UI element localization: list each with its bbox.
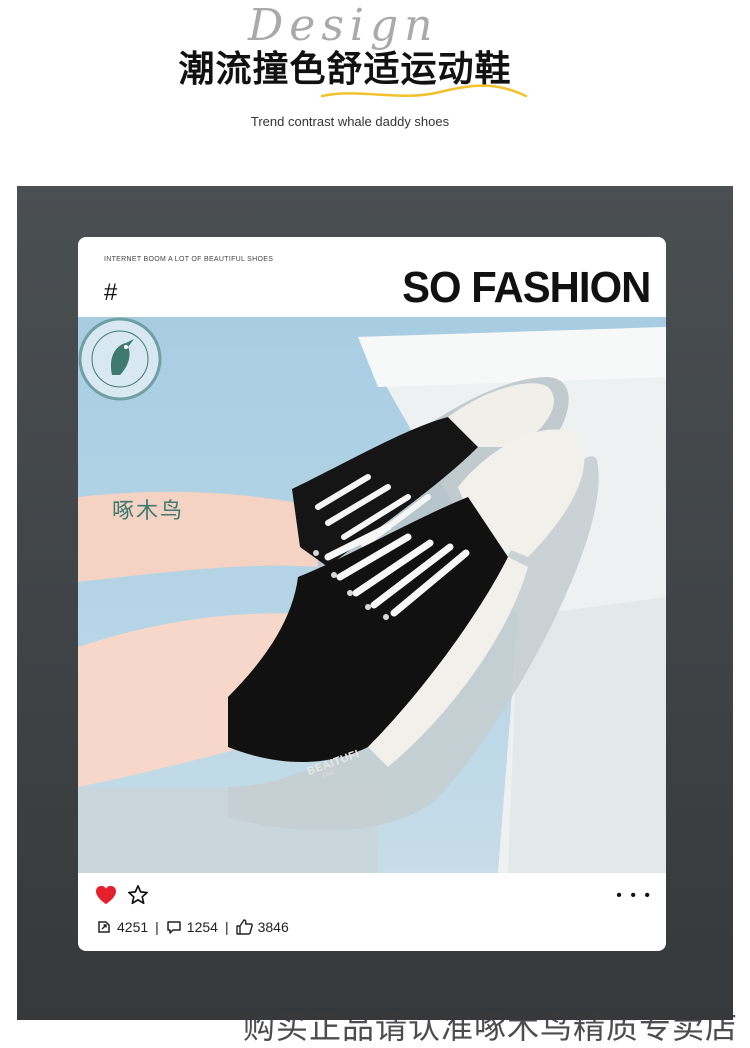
post-headline: SO FASHION bbox=[401, 263, 651, 312]
share-count: 4251 bbox=[117, 919, 149, 935]
stat-divider: | bbox=[155, 919, 159, 935]
hashtag-symbol: # bbox=[104, 279, 118, 306]
post-header: INTERNET BOOM A LOT OF BEAUTIFUL SHOES #… bbox=[78, 237, 666, 317]
thumbs-up-icon bbox=[235, 919, 253, 935]
heart-icon[interactable] bbox=[95, 885, 117, 905]
squiggle-decoration bbox=[320, 84, 528, 98]
post-stats: 4251 | 1254 | 3846 bbox=[96, 919, 289, 935]
more-icon[interactable]: • • • bbox=[616, 887, 652, 905]
share-icon bbox=[98, 921, 110, 933]
stat-divider: | bbox=[224, 919, 229, 935]
post-tagline: INTERNET BOOM A LOT OF BEAUTIFUL SHOES bbox=[104, 256, 274, 263]
post-card: INTERNET BOOM A LOT OF BEAUTIFUL SHOES #… bbox=[78, 237, 666, 951]
star-icon[interactable] bbox=[127, 884, 149, 906]
share-stat[interactable]: 4251 bbox=[96, 919, 148, 935]
authenticity-notice: 购买正品请认准啄木鸟精质专卖店 bbox=[242, 1008, 738, 1046]
woodpecker-logo-icon bbox=[78, 317, 162, 401]
comment-stat[interactable]: 1254 bbox=[166, 919, 218, 935]
product-photo[interactable]: 啄木鸟 BEAITUFI TIME bbox=[78, 317, 666, 873]
like-stat[interactable]: 3846 bbox=[235, 919, 289, 935]
post-actions: • • • 4251 | 1254 | 3846 bbox=[78, 873, 666, 951]
comment-icon bbox=[167, 921, 181, 934]
page-subtitle: Trend contrast whale daddy shoes bbox=[250, 114, 450, 129]
comment-count: 1254 bbox=[186, 919, 218, 935]
page-header: Design 潮流撞色舒适运动鞋 Trend contrast whale da… bbox=[0, 0, 750, 160]
like-count: 3846 bbox=[257, 919, 289, 935]
brand-name: 啄木鸟 bbox=[112, 499, 185, 524]
sneaker-illustration bbox=[78, 327, 666, 873]
